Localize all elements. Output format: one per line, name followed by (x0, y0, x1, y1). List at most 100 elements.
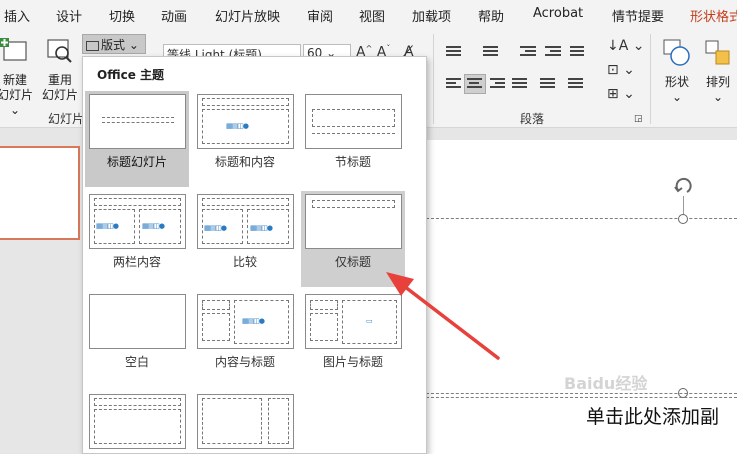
bullets-icon[interactable] (446, 46, 464, 60)
layout-thumbnail: ▦▤◫● ▦▤◫● (89, 194, 186, 249)
tab-insert[interactable]: 插入 (4, 6, 30, 25)
tab-view[interactable]: 视图 (359, 6, 385, 25)
layout-thumbnail (197, 394, 294, 449)
layout-thumbnail: ▭ (305, 294, 402, 349)
subtitle-placeholder[interactable]: 单击此处添加副 (586, 402, 719, 429)
layout-label: 两栏内容 (112, 255, 161, 269)
content-icons: ▦▤◫● (204, 224, 227, 232)
placeholder-box (202, 98, 289, 106)
placeholder-box (94, 198, 181, 206)
layout-thumbnail (89, 294, 186, 349)
gallery-title: Office 主题 (97, 68, 165, 82)
text-direction-icon[interactable]: ↓A ⌄ (607, 38, 645, 54)
arrange-button[interactable]: 排列 ⌄ (700, 38, 736, 105)
arrange-chevron: ⌄ (712, 90, 724, 104)
layout-thumbnail: ▦▤◫● (197, 94, 294, 149)
new-slide-button[interactable]: 新建 幻灯片 ⌄ (0, 36, 34, 118)
columns-icon[interactable] (540, 78, 558, 92)
group-divider (433, 34, 434, 124)
layout-button-label: 版式 (101, 38, 126, 52)
layout-title-slide[interactable]: 标题幻灯片 (85, 91, 189, 187)
layout-title-only[interactable]: 仅标题 (301, 191, 405, 287)
ribbon-tabs: 插入 设计 切换 动画 幻灯片放映 审阅 视图 加载项 帮助 Acrobat 情… (0, 0, 737, 28)
tab-design[interactable]: 设计 (56, 6, 82, 25)
tab-addins[interactable]: 加载项 (412, 6, 451, 25)
slides-group-label: 幻灯片 (48, 112, 85, 126)
line-spacing-icon[interactable] (570, 46, 588, 60)
placeholder-line (102, 117, 174, 118)
layout-thumbnail (305, 194, 402, 249)
paragraph-group-label: 段落 (520, 112, 545, 126)
placeholder-box (268, 398, 289, 444)
tab-slideshow[interactable]: 幻灯片放映 (215, 6, 280, 25)
layout-icon (86, 40, 99, 51)
content-icons: ▦▤◫● (226, 122, 249, 130)
decrease-indent-icon[interactable] (520, 46, 538, 60)
layout-label: 比较 (232, 255, 257, 269)
reuse-slides-label: 重用 (47, 73, 72, 87)
placeholder-line (312, 133, 395, 134)
layout-gallery: Office 主题 标题幻灯片 ▦▤◫● 标题和内容 节标题 ▦▤◫● ▦▤◫●… (82, 56, 427, 454)
placeholder-box (202, 198, 289, 206)
picture-icon: ▭ (366, 317, 373, 325)
tab-acrobat[interactable]: Acrobat (533, 6, 583, 21)
tab-review[interactable]: 审阅 (307, 6, 333, 25)
tab-storyboard[interactable]: 情节提要 (612, 6, 664, 25)
numbering-icon[interactable] (483, 46, 501, 60)
reuse-slides-label-2: 幻灯片 (41, 88, 78, 102)
shapes-icon (663, 39, 690, 66)
distributed-icon[interactable] (568, 78, 586, 92)
arrange-icon (705, 40, 730, 65)
shapes-label: 形状 (664, 75, 689, 89)
align-center-icon (467, 78, 485, 92)
slide-thumbnail[interactable] (0, 146, 80, 240)
new-slide-icon (0, 38, 27, 61)
subtitle-placeholder-border-inner (426, 397, 737, 398)
paragraph-dialog-launcher[interactable]: ◲ (634, 114, 643, 124)
align-right-icon[interactable] (490, 78, 508, 92)
content-icons: ▦▤◫● (250, 224, 273, 232)
rotation-connector (683, 196, 684, 216)
tab-shape-format[interactable]: 形状格式 (690, 6, 737, 25)
layout-label: 标题幻灯片 (106, 155, 167, 169)
placeholder-box (202, 313, 230, 341)
layout-thumbnail (305, 94, 402, 149)
rotate-handle-icon[interactable] (672, 175, 694, 197)
new-slide-label-2: 幻灯片 ⌄ (0, 88, 33, 117)
placeholder-box (312, 200, 395, 208)
layout-thumbnail: ▦▤◫● (197, 294, 294, 349)
layout-label: 仅标题 (334, 255, 371, 269)
placeholder-box (310, 313, 338, 341)
placeholder-box (202, 398, 262, 444)
reuse-slides-button[interactable]: 重用 幻灯片 (40, 36, 80, 103)
watermark: Baidu经验 (564, 374, 648, 393)
layout-label: 空白 (124, 355, 149, 369)
group-divider (650, 34, 651, 124)
layout-thumbnail (89, 394, 186, 449)
align-text-icon[interactable]: ⊡ ⌄ (607, 62, 635, 78)
reuse-slides-icon (47, 39, 72, 63)
placeholder-box (312, 109, 395, 127)
powerpoint-window: { "tabs": ["插入", "设计", "切换", "动画", "幻灯片放… (0, 0, 737, 454)
align-left-icon[interactable] (446, 78, 464, 92)
justify-icon[interactable] (512, 78, 530, 92)
content-icons: ▦▤◫● (142, 222, 165, 230)
layout-thumbnail: ▦▤◫● ▦▤◫● (197, 194, 294, 249)
layout-label: 标题和内容 (214, 155, 275, 169)
placeholder-box (202, 300, 230, 310)
layout-label: 节标题 (334, 155, 371, 169)
title-placeholder-border (426, 218, 737, 219)
content-icons: ▦▤◫● (242, 317, 265, 325)
resize-handle-top[interactable] (678, 214, 688, 224)
placeholder-line (102, 122, 174, 123)
arrange-label: 排列 (705, 75, 730, 89)
shapes-button[interactable]: 形状 ⌄ (658, 38, 696, 105)
tab-help[interactable]: 帮助 (478, 6, 504, 25)
placeholder-box (310, 300, 338, 310)
tab-transitions[interactable]: 切换 (109, 6, 135, 25)
smartart-icon[interactable]: ⊞ ⌄ (607, 86, 635, 102)
new-slide-label: 新建 (2, 73, 27, 87)
tab-animations[interactable]: 动画 (161, 6, 187, 25)
increase-indent-icon[interactable] (545, 46, 563, 60)
layout-button[interactable]: 版式 ⌄ (82, 34, 146, 54)
